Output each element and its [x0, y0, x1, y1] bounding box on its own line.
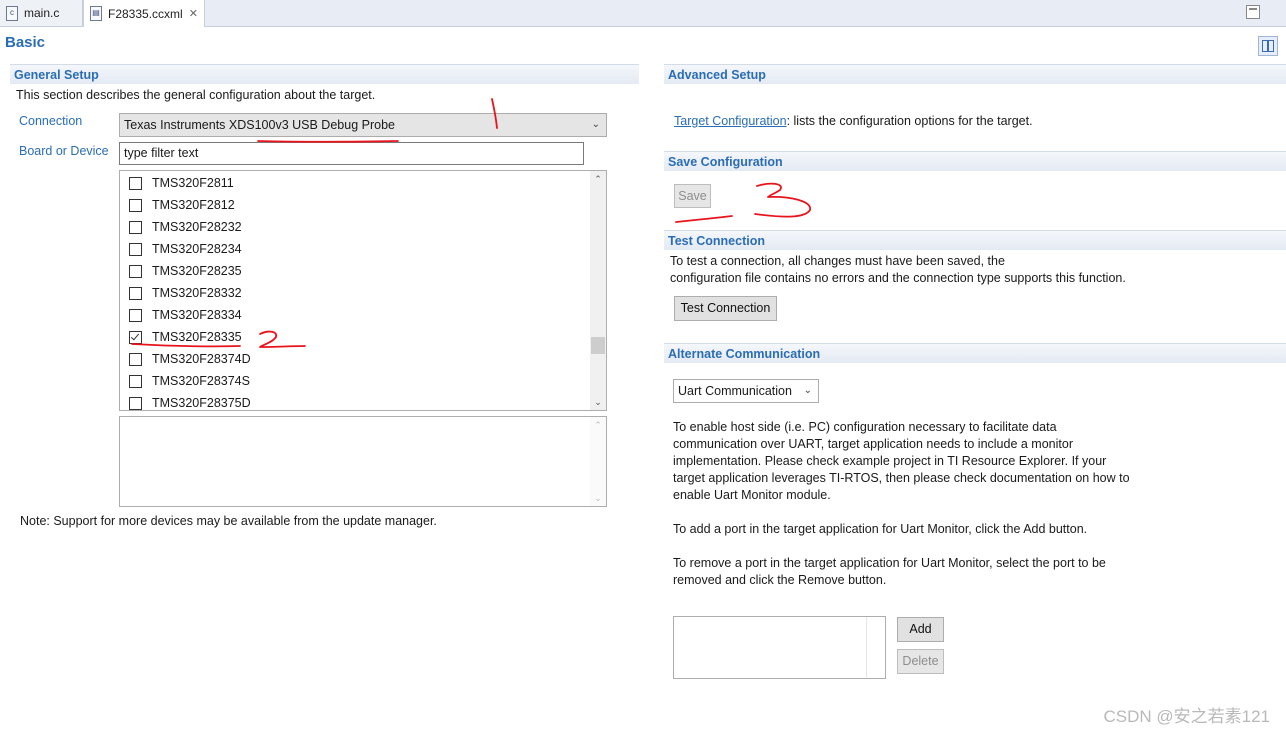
checkbox[interactable] [129, 264, 142, 278]
editor-tab-bar: c main.c ▤ F28335.ccxml ✕ [0, 0, 1286, 27]
target-configuration-link[interactable]: Target Configuration [674, 114, 787, 128]
chevron-down-icon: ⌄ [803, 385, 812, 396]
tab-label: main.c [24, 6, 60, 20]
checkbox[interactable] [129, 242, 142, 256]
board-or-device-label: Board or Device [19, 144, 109, 158]
device-name: TMS320F28234 [152, 242, 242, 256]
device-name: TMS320F28232 [152, 220, 242, 234]
connection-combo[interactable]: Texas Instruments XDS100v3 USB Debug Pro… [119, 113, 607, 137]
device-list[interactable]: TMS320F2811 TMS320F2812 TMS320F28232 TMS320… [119, 170, 607, 411]
target-configuration-text: : lists the configuration options for th… [786, 114, 1033, 128]
test-connection-text-line2: configuration file contains no errors an… [670, 271, 1126, 285]
page-title: Basic [5, 34, 46, 51]
scroll-up-icon[interactable]: ⌃ [590, 171, 606, 187]
test-connection-text-line1: To test a connection, all changes must h… [670, 254, 1005, 268]
close-icon[interactable]: ✕ [189, 7, 198, 20]
ccxml-file-icon: ▤ [90, 6, 102, 21]
communication-type-value: Uart Communication [678, 384, 792, 398]
device-list-item[interactable]: TMS320F28232 [129, 217, 242, 237]
uart-instructions-line: target application leverages TI-RTOS, th… [673, 471, 1130, 485]
save-configuration-header: Save Configuration [664, 151, 1286, 171]
device-name: TMS320F28334 [152, 308, 242, 322]
device-list-item[interactable]: TMS320F28332 [129, 283, 242, 303]
device-name: TMS320F28335 [152, 330, 242, 344]
add-port-instructions: To add a port in the target application … [673, 522, 1088, 536]
device-name: TMS320F2812 [152, 198, 235, 212]
connection-value: Texas Instruments XDS100v3 USB Debug Pro… [124, 118, 395, 132]
checkbox[interactable] [129, 220, 142, 234]
checkbox[interactable] [129, 286, 142, 300]
device-list-item[interactable]: TMS320F28374S [129, 371, 250, 391]
scroll-down-icon[interactable]: ⌄ [590, 394, 606, 410]
tab-f28335-ccxml[interactable]: ▤ F28335.ccxml ✕ [83, 0, 205, 27]
checkbox[interactable] [129, 176, 142, 190]
device-name: TMS320F28332 [152, 286, 242, 300]
uart-instructions-line: enable Uart Monitor module. [673, 488, 831, 502]
watermark: CSDN @安之若素121 [1103, 707, 1270, 726]
uart-instructions-line: communication over UART, target applicat… [673, 437, 1073, 451]
test-connection-header: Test Connection [664, 230, 1286, 250]
tab-main-c[interactable]: c main.c [0, 0, 83, 26]
checkbox[interactable] [129, 198, 142, 212]
delete-port-button[interactable]: Delete [897, 649, 944, 674]
target-configuration-row: Target Configuration: lists the configur… [674, 114, 1033, 128]
device-list-item[interactable]: TMS320F28335 [129, 327, 242, 347]
uart-instructions-line: To enable host side (i.e. PC) configurat… [673, 420, 1057, 434]
communication-type-select[interactable]: Uart Communication ⌄ [673, 379, 819, 403]
checkbox[interactable] [129, 352, 142, 366]
remove-instructions-line: To remove a port in the target applicati… [673, 556, 1106, 570]
device-description-box: ⌃ ⌄ [119, 416, 607, 507]
annotation-mark-3 [754, 182, 811, 218]
uart-instructions: To enable host side (i.e. PC) configurat… [673, 419, 1130, 504]
scroll-up-icon[interactable]: ⌃ [590, 417, 606, 433]
scroll-down-icon[interactable]: ⌄ [590, 490, 606, 506]
device-name: TMS320F28375D [152, 396, 251, 410]
general-setup-header: General Setup [10, 64, 639, 84]
device-name: TMS320F28235 [152, 264, 242, 278]
general-setup-description: This section describes the general confi… [16, 88, 376, 102]
remove-port-instructions: To remove a port in the target applicati… [673, 555, 1106, 589]
uart-instructions-line: implementation. Please check example pro… [673, 454, 1107, 468]
layout-toggle-icon[interactable] [1258, 36, 1278, 56]
device-filter-input[interactable]: type filter text [119, 142, 584, 165]
annotation-underline-save [675, 215, 733, 223]
device-list-item[interactable]: TMS320F28235 [129, 261, 242, 281]
checkbox[interactable] [129, 374, 142, 388]
checked-checkbox[interactable] [129, 330, 142, 344]
save-button[interactable]: Save [674, 184, 711, 208]
connection-label: Connection [19, 114, 83, 128]
checkbox[interactable] [129, 396, 142, 410]
alternate-communication-header: Alternate Communication [664, 343, 1286, 363]
device-list-item[interactable]: TMS320F28375D [129, 393, 251, 410]
test-connection-button[interactable]: Test Connection [674, 296, 777, 321]
advanced-setup-header: Advanced Setup [664, 64, 1286, 84]
device-list-item[interactable]: TMS320F28374D [129, 349, 251, 369]
chevron-down-icon: ⌄ [591, 119, 600, 130]
description-scrollbar[interactable]: ⌃ ⌄ [590, 417, 606, 506]
tab-label: F28335.ccxml [108, 6, 183, 21]
add-port-button[interactable]: Add [897, 617, 944, 642]
device-list-item[interactable]: TMS320F28334 [129, 305, 242, 325]
update-manager-note: Note: Support for more devices may be av… [20, 514, 437, 528]
device-list-item[interactable]: TMS320F2812 [129, 195, 235, 215]
device-list-scrollbar[interactable]: ⌃ ⌄ [590, 171, 606, 410]
uart-port-list[interactable] [673, 616, 886, 679]
device-list-item[interactable]: TMS320F28234 [129, 239, 242, 259]
checkbox[interactable] [129, 308, 142, 322]
minimize-icon[interactable] [1246, 5, 1260, 19]
device-name: TMS320F28374D [152, 352, 251, 366]
device-name: TMS320F28374S [152, 374, 250, 388]
c-file-icon: c [6, 5, 18, 21]
scrollbar-thumb[interactable] [591, 337, 605, 354]
device-name: TMS320F2811 [152, 176, 234, 190]
device-list-item[interactable]: TMS320F2811 [129, 173, 234, 193]
remove-instructions-line: removed and click the Remove button. [673, 573, 887, 587]
